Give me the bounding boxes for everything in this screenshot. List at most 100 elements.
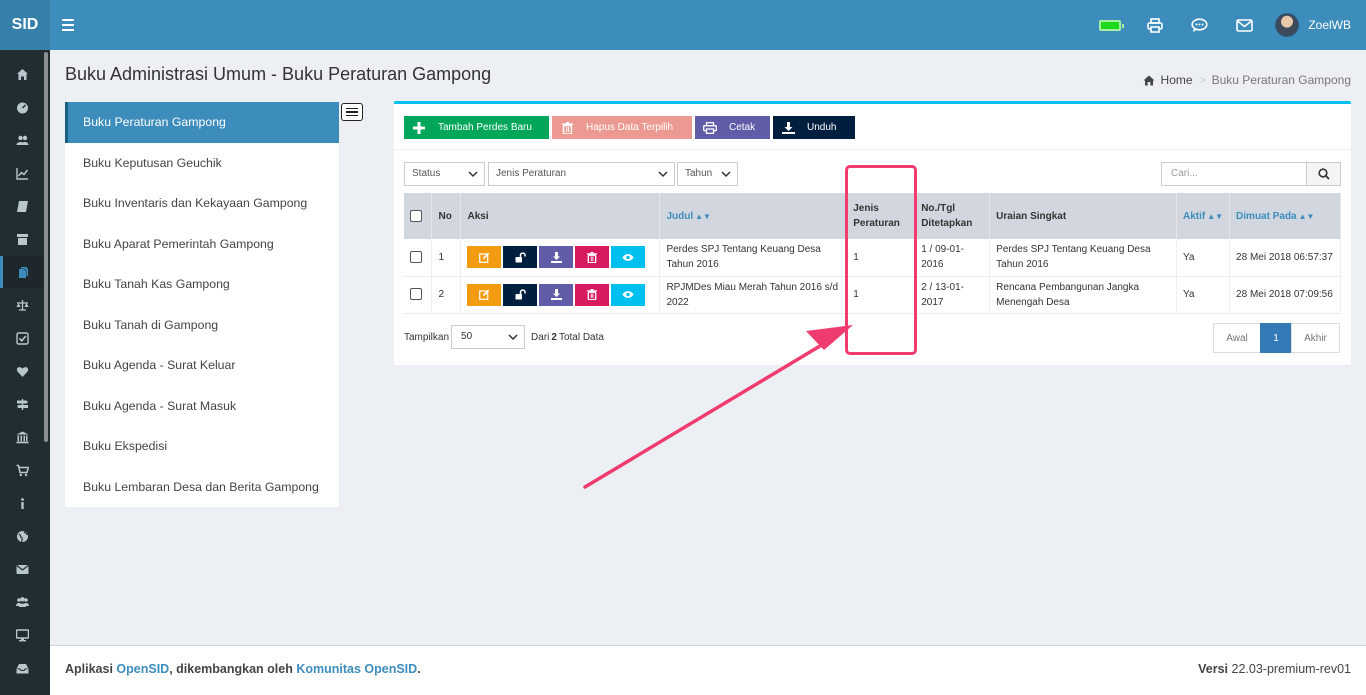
status-filter[interactable]: Status — [404, 162, 485, 186]
sidebar-item-archive[interactable] — [0, 223, 44, 255]
tahun-filter-value: Tahun — [685, 168, 713, 179]
top-header: SID ZoelWB — [0, 0, 1366, 50]
cell-notgl-line2: 2016 — [921, 259, 944, 271]
search-button[interactable] — [1306, 162, 1341, 186]
community-link[interactable]: Komunitas OpenSID — [296, 662, 417, 676]
col-dimuat[interactable]: Dimuat Pada ▲▼ — [1229, 193, 1341, 239]
view-button[interactable] — [611, 283, 646, 306]
download-file-button[interactable] — [539, 283, 574, 306]
user-menu[interactable]: ZoelWB — [1267, 0, 1366, 50]
sidebar-item-group[interactable] — [0, 586, 44, 618]
status-filter-value: Status — [412, 168, 441, 179]
unlock-icon — [515, 252, 526, 263]
sidebar-item-cart[interactable] — [0, 454, 44, 486]
sidebar-item-check[interactable] — [0, 322, 44, 354]
sidebar-item-dashboard[interactable] — [0, 91, 44, 123]
chart-icon — [15, 167, 28, 180]
per-page-select[interactable]: 50 — [451, 325, 526, 349]
print-icon[interactable] — [1132, 0, 1177, 50]
sidebar-item-inbox[interactable] — [0, 652, 44, 684]
nav-item-surat-keluar[interactable]: Buku Agenda - Surat Keluar — [65, 345, 339, 386]
jenis-filter[interactable]: Jenis Peraturan — [488, 162, 675, 186]
edit-button[interactable] — [467, 283, 502, 306]
sidebar-item-home[interactable] — [0, 58, 44, 90]
sidebar-item-users[interactable] — [0, 124, 44, 156]
row-select-cell — [404, 276, 433, 314]
sidebar — [0, 50, 50, 695]
edit-button[interactable] — [467, 246, 502, 269]
row-checkbox[interactable] — [410, 251, 422, 264]
nav-item-tanah[interactable]: Buku Tanah di Gampong — [65, 305, 339, 346]
cell-notgl-line2: 2017 — [921, 296, 944, 308]
print-button[interactable]: Cetak — [695, 116, 770, 139]
add-perdes-button[interactable]: Tambah Perdes Baru — [404, 116, 549, 139]
cell-aktif: Ya — [1176, 276, 1231, 314]
group-icon — [15, 596, 29, 607]
select-all-checkbox[interactable] — [410, 209, 422, 222]
mail-icon[interactable] — [1222, 0, 1267, 50]
app-logo[interactable]: SID — [0, 0, 50, 50]
sort-icon: ▲▼ — [1298, 211, 1315, 221]
nav-item-peraturan[interactable]: Buku Peraturan Gampong — [65, 102, 339, 143]
delete-selected-button[interactable]: Hapus Data Terpilih — [552, 116, 692, 139]
print-icon — [695, 121, 725, 134]
row-checkbox[interactable] — [410, 288, 422, 301]
breadcrumb-home[interactable]: Home — [1161, 73, 1193, 87]
chevron-down-icon — [658, 171, 668, 178]
lock-button[interactable] — [503, 283, 538, 306]
cell-notgl: 2 / 13-01- 2017 — [914, 276, 991, 314]
download-file-button[interactable] — [539, 246, 574, 269]
sidebar-item-signpost[interactable] — [0, 388, 44, 420]
home-icon — [1143, 75, 1155, 85]
page-first[interactable]: Awal — [1213, 323, 1261, 353]
sidebar-item-globe[interactable] — [0, 520, 44, 552]
col-aktif[interactable]: Aktif ▲▼ — [1176, 193, 1231, 239]
toolbar-divider — [394, 149, 1351, 150]
sidebar-item-envelope[interactable] — [0, 553, 44, 585]
book-icon — [16, 200, 28, 212]
sidebar-item-book[interactable] — [0, 190, 44, 222]
sidebar-item-chart[interactable] — [0, 157, 44, 189]
nav-item-tanah-kas[interactable]: Buku Tanah Kas Gampong — [65, 264, 339, 305]
nav-item-aparat[interactable]: Buku Aparat Pemerintah Gampong — [65, 224, 339, 265]
collapse-nav-button[interactable] — [341, 103, 363, 121]
sidebar-item-scale[interactable] — [0, 289, 44, 321]
search-input[interactable]: Cari... — [1161, 162, 1307, 186]
nav-item-surat-masuk[interactable]: Buku Agenda - Surat Masuk — [65, 386, 339, 427]
view-button[interactable] — [611, 246, 646, 269]
download-icon — [550, 251, 562, 263]
delete-button[interactable] — [575, 283, 610, 306]
page-last[interactable]: Akhir — [1291, 323, 1340, 353]
menu-toggle-icon[interactable] — [62, 15, 82, 35]
sidebar-item-bank[interactable] — [0, 421, 44, 453]
download-button[interactable]: Unduh — [773, 116, 855, 139]
footer-suffix: . — [417, 662, 421, 676]
sidebar-item-desktop[interactable] — [0, 619, 44, 651]
col-judul[interactable]: Judul ▲▼ — [659, 193, 848, 239]
version-label: Versi — [1198, 662, 1229, 676]
opensid-link[interactable]: OpenSID — [116, 662, 169, 676]
delete-selected-label: Hapus Data Terpilih — [586, 122, 674, 133]
chat-icon[interactable] — [1177, 0, 1222, 50]
sidebar-item-files[interactable] — [0, 256, 44, 288]
nav-item-inventaris[interactable]: Buku Inventaris dan Kekayaan Gampong — [65, 183, 339, 224]
nav-item-lembaran[interactable]: Buku Lembaran Desa dan Berita Gampong — [65, 467, 339, 508]
sidebar-item-heart[interactable] — [0, 355, 44, 387]
envelope-icon — [15, 564, 29, 574]
chevron-down-icon — [721, 171, 731, 178]
nav-item-ekspedisi[interactable]: Buku Ekspedisi — [65, 426, 339, 467]
sidebar-item-info[interactable] — [0, 487, 44, 519]
tahun-filter[interactable]: Tahun — [677, 162, 738, 186]
cell-aksi — [460, 239, 661, 277]
page-current[interactable]: 1 — [1260, 323, 1292, 353]
delete-button[interactable] — [575, 246, 610, 269]
pagination: Awal 1 Akhir — [1213, 323, 1340, 353]
nav-item-keputusan[interactable]: Buku Keputusan Geuchik — [65, 143, 339, 184]
unlock-icon — [515, 289, 526, 300]
lock-button[interactable] — [503, 246, 538, 269]
battery-icon[interactable] — [1087, 0, 1132, 50]
show-label: Tampilkan — [404, 331, 450, 343]
download-label: Unduh — [807, 122, 837, 133]
sidebar-scrollbar[interactable] — [44, 52, 48, 442]
eye-icon — [622, 253, 634, 262]
